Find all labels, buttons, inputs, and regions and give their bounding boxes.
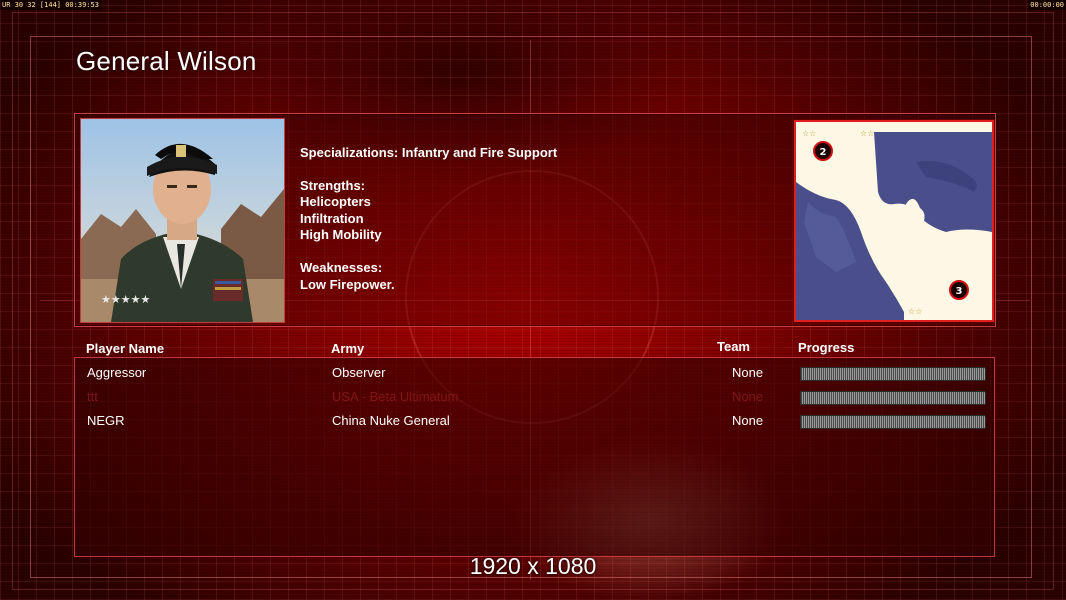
- header-team: Team: [717, 339, 750, 354]
- strength-item: High Mobility: [300, 227, 382, 243]
- players-table: Aggressor Observer None ttt USA - Beta U…: [74, 357, 995, 557]
- weaknesses-label: Weaknesses:: [300, 259, 383, 275]
- supply-icon: ☆☆: [802, 129, 816, 138]
- specializations-text: Specializations: Infantry and Fire Suppo…: [300, 145, 558, 160]
- table-row: Aggressor Observer None: [75, 362, 994, 384]
- strength-item: Infiltration: [300, 210, 364, 226]
- player-team: None: [732, 365, 764, 380]
- hud-timer: 00:00:00: [1028, 0, 1066, 10]
- resolution-label: 1920 x 1080: [469, 553, 597, 579]
- minimap-preview[interactable]: 2 3 ☆☆ ☆☆ ☆☆: [794, 120, 994, 322]
- hud-stats: UR 30 32 [144] 00:39:53: [0, 0, 101, 10]
- player-team: None: [732, 413, 764, 428]
- player-army: China Nuke General: [332, 413, 450, 428]
- header-progress: Progress: [798, 340, 855, 355]
- table-row: ttt USA - Beta Ultimatum None: [75, 386, 994, 408]
- general-description: Specializations: Infantry and Fire Suppo…: [300, 145, 557, 293]
- strength-item: Helicopters: [300, 194, 371, 210]
- general-portrait: ★★★★★: [80, 118, 285, 323]
- spawn-marker-3: 3: [956, 286, 963, 297]
- progress-bar: [800, 391, 986, 405]
- general-portrait-image: ★★★★★: [81, 119, 284, 322]
- header-player-name: Player Name: [86, 341, 165, 356]
- map-image: 2 3 ☆☆ ☆☆ ☆☆: [796, 122, 992, 320]
- supply-icon: ☆☆: [908, 307, 922, 316]
- supply-icon: ☆☆: [860, 129, 874, 138]
- progress-bar: [800, 415, 986, 429]
- player-team: None: [732, 389, 764, 404]
- table-row: NEGR China Nuke General None: [75, 410, 994, 432]
- strengths-label: Strengths:: [300, 177, 365, 193]
- header-army: Army: [331, 341, 365, 356]
- player-army: Observer: [332, 365, 386, 380]
- weakness-item: Low Firepower.: [300, 276, 395, 292]
- rank-stars: ★★★★★: [101, 293, 150, 306]
- player-name: NEGR: [87, 413, 125, 428]
- player-name: Aggressor: [87, 365, 147, 380]
- spawn-marker-2: 2: [820, 147, 827, 158]
- general-title: General Wilson: [76, 46, 257, 76]
- player-name: ttt: [87, 389, 98, 404]
- player-army: USA - Beta Ultimatum: [332, 389, 459, 404]
- progress-bar: [800, 367, 986, 381]
